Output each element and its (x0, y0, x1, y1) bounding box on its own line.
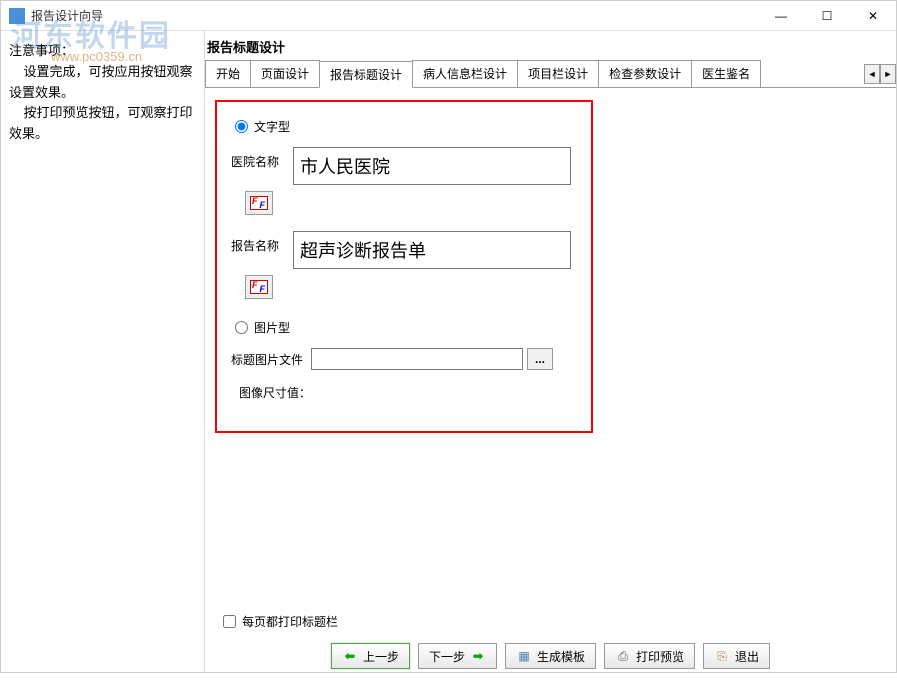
sidebar: 注意事项： 设置完成，可按应用按钮观察设置效果。 按打印预览按钮，可观察打印效果… (1, 31, 205, 672)
tab-exam-params[interactable]: 检查参数设计 (598, 60, 692, 87)
radio-image-type[interactable]: 图片型 (235, 319, 577, 336)
page-title: 报告标题设计 (205, 31, 896, 60)
next-label: 下一步 (429, 648, 465, 665)
radio-text-input[interactable] (235, 120, 248, 133)
maximize-button[interactable]: ☐ (804, 1, 850, 31)
print-every-page-checkbox[interactable] (223, 615, 236, 628)
arrow-right-icon: ➡ (470, 648, 486, 664)
printer-icon (615, 648, 631, 664)
print-every-page-row[interactable]: 每页都打印标题栏 (223, 613, 896, 630)
browse-button[interactable]: ... (527, 348, 553, 370)
close-button[interactable]: ✕ (850, 1, 896, 31)
font-icon (250, 280, 268, 294)
form-area: 文字型 医院名称 (205, 88, 896, 630)
image-size-label: 图像尺寸值： (239, 386, 311, 400)
titlebar: 报告设计向导 — ☐ ✕ (1, 1, 896, 31)
radio-text-label: 文字型 (254, 118, 290, 135)
bottom-button-bar: ⬅ 上一步 下一步 ➡ 生成模板 打印预览 退出 (205, 630, 896, 681)
tab-item-column[interactable]: 项目栏设计 (517, 60, 599, 87)
report-name-input[interactable] (293, 231, 571, 269)
tab-page-design[interactable]: 页面设计 (250, 60, 320, 87)
tab-scroll-left-icon[interactable]: ◄ (864, 64, 880, 84)
prev-button[interactable]: ⬅ 上一步 (331, 643, 410, 669)
window-title: 报告设计向导 (31, 7, 103, 24)
exit-icon (714, 648, 730, 664)
print-every-page-label: 每页都打印标题栏 (242, 613, 338, 630)
report-name-label: 报告名称 (231, 231, 293, 254)
exit-button[interactable]: 退出 (703, 643, 770, 669)
tab-scroll-right-icon[interactable]: ► (880, 64, 896, 84)
print-preview-button[interactable]: 打印预览 (604, 643, 695, 669)
image-file-label: 标题图片文件 (231, 351, 311, 368)
template-icon (516, 648, 532, 664)
tab-strip: 开始 页面设计 报告标题设计 病人信息栏设计 项目栏设计 检查参数设计 医生鉴名… (205, 60, 896, 88)
image-file-input[interactable] (311, 348, 523, 370)
tab-title-design[interactable]: 报告标题设计 (319, 61, 413, 88)
radio-text-type[interactable]: 文字型 (235, 118, 577, 135)
arrow-left-icon: ⬅ (342, 648, 358, 664)
hospital-font-button[interactable] (245, 191, 273, 215)
radio-image-input[interactable] (235, 321, 248, 334)
exit-label: 退出 (735, 648, 759, 665)
next-button[interactable]: 下一步 ➡ (418, 643, 497, 669)
generate-label: 生成模板 (537, 648, 585, 665)
app-icon (9, 8, 25, 24)
generate-template-button[interactable]: 生成模板 (505, 643, 596, 669)
preview-label: 打印预览 (636, 648, 684, 665)
highlighted-region: 文字型 医院名称 (215, 100, 593, 433)
report-font-button[interactable] (245, 275, 273, 299)
app-window: 报告设计向导 — ☐ ✕ 河东软件园 www.pc0359.cn 注意事项： 设… (0, 0, 897, 673)
sidebar-notes: 注意事项： 设置完成，可按应用按钮观察设置效果。 按打印预览按钮，可观察打印效果… (9, 41, 196, 145)
prev-label: 上一步 (363, 648, 399, 665)
tab-patient-info[interactable]: 病人信息栏设计 (412, 60, 518, 87)
minimize-button[interactable]: — (758, 1, 804, 31)
tab-start[interactable]: 开始 (205, 60, 251, 87)
hospital-name-label: 医院名称 (231, 147, 293, 170)
main-panel: 报告标题设计 开始 页面设计 报告标题设计 病人信息栏设计 项目栏设计 检查参数… (205, 31, 896, 672)
hospital-name-input[interactable] (293, 147, 571, 185)
radio-image-label: 图片型 (254, 319, 290, 336)
tab-doctor-sign[interactable]: 医生鉴名 (691, 60, 761, 87)
font-icon (250, 196, 268, 210)
